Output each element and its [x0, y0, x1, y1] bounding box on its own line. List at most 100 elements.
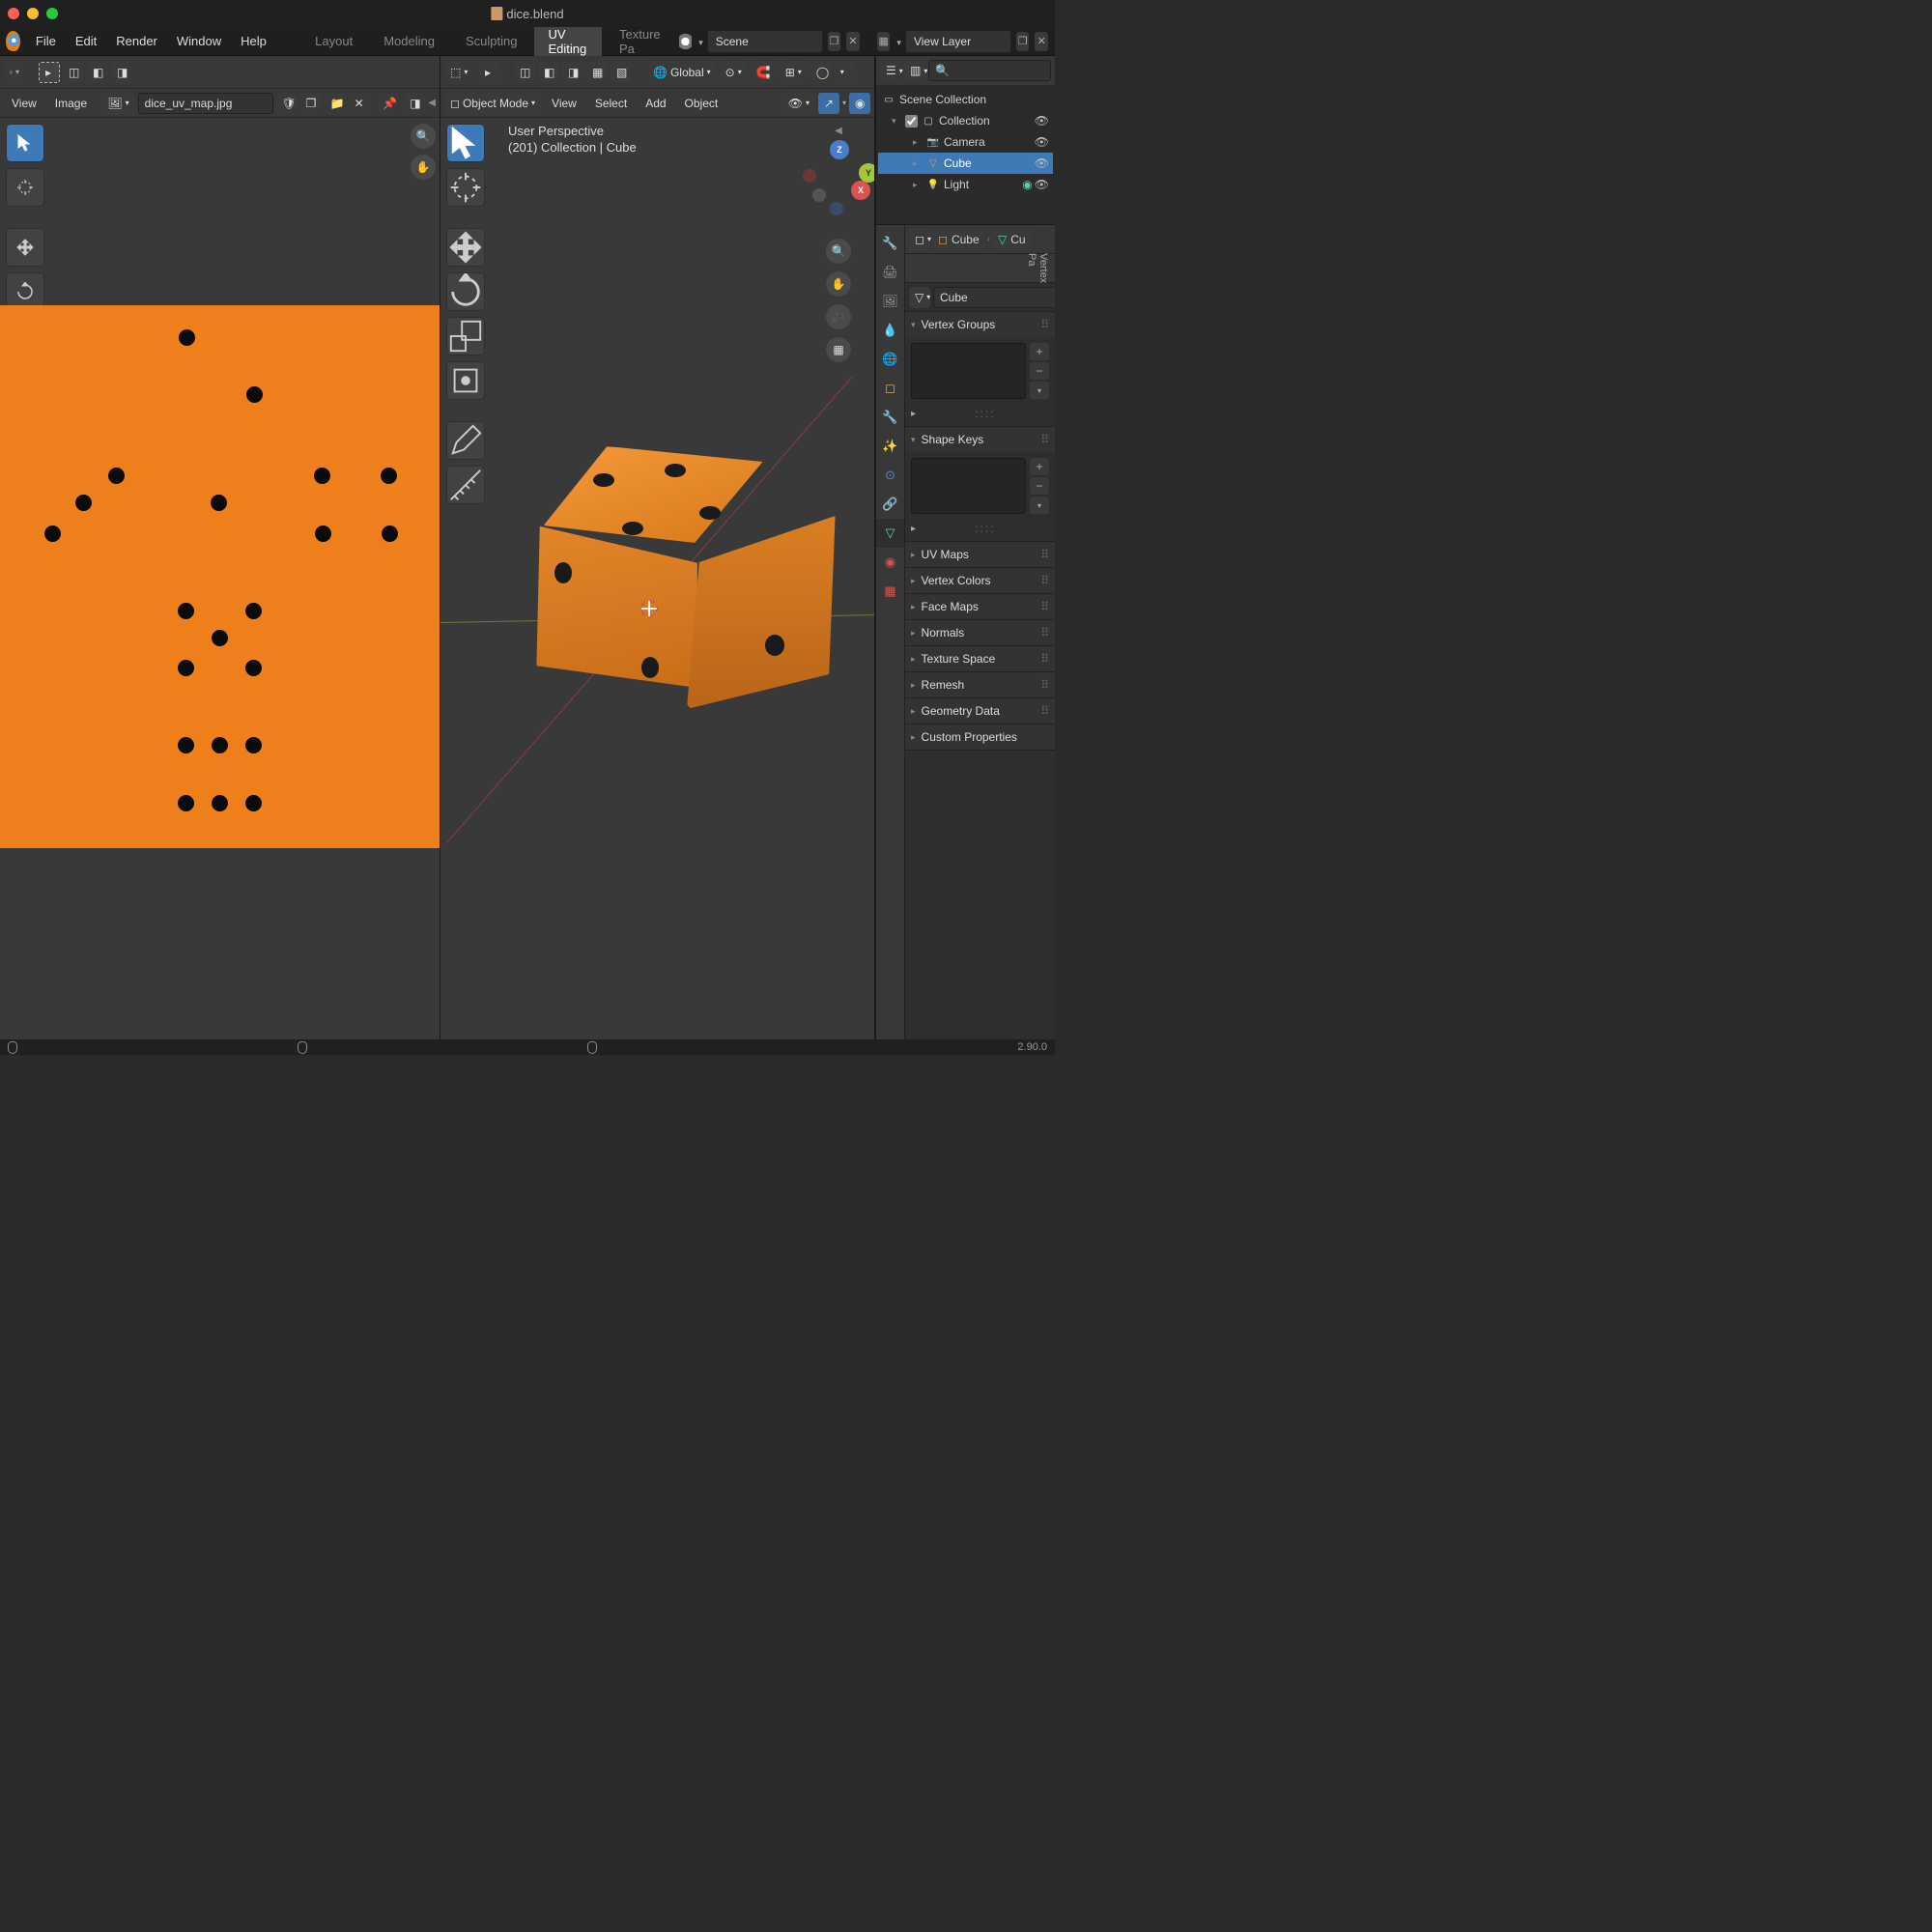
expand-icon[interactable]: [913, 158, 923, 169]
visibility-button[interactable]: 👁▾: [782, 92, 815, 115]
camera-view-icon[interactable]: 🎥: [826, 304, 851, 329]
mode-selector[interactable]: ◻ Object Mode ▾: [444, 92, 541, 115]
vp-tool-select[interactable]: [446, 124, 485, 162]
unlink-image-button[interactable]: ✕: [349, 93, 370, 114]
new-layer-button[interactable]: ❐: [1016, 32, 1030, 51]
play-icon[interactable]: [911, 409, 916, 419]
scene-dropdown-arrow[interactable]: [696, 35, 703, 48]
tab-object[interactable]: ◻: [876, 374, 904, 403]
nav-gizmo[interactable]: Z Y X: [805, 144, 872, 212]
outliner-search[interactable]: 🔍: [928, 60, 1051, 81]
light-row[interactable]: 💡 Light ◉👁: [878, 174, 1053, 195]
panel-header[interactable]: Geometry Data⠿: [905, 698, 1055, 724]
pan-3d-icon[interactable]: ✋: [826, 271, 851, 297]
blender-logo-icon[interactable]: [6, 31, 20, 52]
eye-icon[interactable]: 👁: [1035, 114, 1049, 128]
vp-tool-rotate[interactable]: [446, 272, 485, 311]
zoom-3d-icon[interactable]: 🔍: [826, 239, 851, 264]
tab-particles[interactable]: ✨: [876, 432, 904, 461]
tab-layout[interactable]: Layout: [301, 28, 366, 54]
play-icon[interactable]: [911, 524, 916, 534]
vp-sel-mode-4[interactable]: ▦: [586, 62, 608, 83]
sk-listbox[interactable]: [911, 458, 1026, 514]
gizmo-arrow[interactable]: ▾: [842, 99, 846, 107]
expand-icon[interactable]: [913, 137, 923, 148]
panel-header[interactable]: Vertex Groups⠿: [905, 312, 1055, 337]
vp-tool-scale[interactable]: [446, 317, 485, 355]
pivot-point-button[interactable]: ⊙▾: [720, 61, 748, 84]
expand-icon[interactable]: [913, 180, 923, 190]
maximize-window[interactable]: [46, 8, 58, 19]
vertex-paint-label[interactable]: Vertex Pa: [1024, 251, 1051, 285]
close-window[interactable]: [8, 8, 19, 19]
vp-sel-mode-3[interactable]: ◨: [562, 62, 583, 83]
crumb-object[interactable]: ◻Cube: [932, 230, 985, 249]
snap-menu-button[interactable]: ⊞▾: [780, 61, 808, 84]
outliner-display-button[interactable]: ▥▾: [904, 60, 925, 81]
collection-checkbox[interactable]: [905, 115, 918, 128]
tab-scene[interactable]: 💧: [876, 316, 904, 345]
add-vg-button[interactable]: +: [1030, 343, 1049, 360]
zoom-icon[interactable]: 🔍: [411, 124, 436, 149]
menu-file[interactable]: File: [28, 30, 64, 52]
uv-canvas[interactable]: 🔍 ✋: [0, 118, 440, 1039]
axis-z[interactable]: Z: [830, 140, 849, 159]
vp-sel-mode-2[interactable]: ◧: [538, 62, 559, 83]
axis-x[interactable]: X: [851, 181, 870, 200]
delete-scene-button[interactable]: ✕: [846, 32, 860, 51]
layer-dropdown-arrow[interactable]: [895, 35, 901, 48]
open-image-button[interactable]: 📁: [325, 93, 346, 114]
new-image-button[interactable]: ❐: [300, 93, 322, 114]
remove-sk-button[interactable]: −: [1030, 477, 1049, 495]
uv-image-browse[interactable]: 🖼▾: [101, 92, 134, 115]
uv-image-name-input[interactable]: [138, 93, 273, 114]
editor-type-3d-button[interactable]: ⬚▾: [444, 62, 466, 83]
panel-header[interactable]: Texture Space⠿: [905, 646, 1055, 671]
vg-menu-button[interactable]: ▾: [1030, 382, 1049, 399]
mesh-browse-button[interactable]: ▽▾: [909, 287, 930, 308]
tab-output[interactable]: 🖨: [876, 258, 904, 287]
tab-sculpting[interactable]: Sculpting: [452, 28, 530, 54]
uv-menu-image[interactable]: Image: [47, 93, 95, 114]
vp-canvas[interactable]: User Perspective (201) Collection | Cube…: [440, 118, 874, 1039]
uv-toggle-panel[interactable]: ◨: [404, 93, 425, 114]
tab-modifiers[interactable]: 🔧: [876, 403, 904, 432]
axis-neg-y[interactable]: [812, 188, 826, 202]
vp-sel-mode-1[interactable]: ◫: [514, 62, 535, 83]
vp-menu-object[interactable]: Object: [677, 93, 726, 114]
delete-layer-button[interactable]: ✕: [1035, 32, 1048, 51]
panel-header[interactable]: Normals⠿: [905, 620, 1055, 645]
tab-material[interactable]: ◉: [876, 548, 904, 577]
panel-header[interactable]: Vertex Colors⠿: [905, 568, 1055, 593]
vp-tool-transform[interactable]: [446, 361, 485, 400]
vp-tool-move[interactable]: [446, 228, 485, 267]
add-sk-button[interactable]: +: [1030, 458, 1049, 475]
panel-header[interactable]: UV Maps⠿: [905, 542, 1055, 567]
tab-constraints[interactable]: 🔗: [876, 490, 904, 519]
outliner-type-button[interactable]: ☰▾: [880, 60, 901, 81]
camera-row[interactable]: 📷 Camera 👁: [878, 131, 1053, 153]
uv-select-mode-2[interactable]: ◧: [87, 62, 108, 83]
axis-neg-x[interactable]: [803, 169, 816, 183]
collection-row[interactable]: ▢ Collection 👁: [878, 110, 1053, 131]
crumb-data[interactable]: ▽Cu: [992, 230, 1032, 249]
tool-select-box[interactable]: [6, 124, 44, 162]
uv-select-mode-sync[interactable]: ◫: [63, 62, 84, 83]
eye-icon[interactable]: 👁: [1035, 178, 1049, 191]
tab-modeling[interactable]: Modeling: [370, 28, 448, 54]
menu-render[interactable]: Render: [108, 30, 165, 52]
sk-menu-button[interactable]: ▾: [1030, 497, 1049, 514]
vg-listbox[interactable]: [911, 343, 1026, 399]
uv-menu-view[interactable]: View: [4, 93, 44, 114]
tool-move[interactable]: [6, 228, 44, 267]
mesh-name-input[interactable]: [933, 287, 1055, 308]
vp-menu-select[interactable]: Select: [587, 93, 635, 114]
editor-type-button[interactable]: ▾: [4, 62, 25, 83]
panel-header[interactable]: Face Maps⠿: [905, 594, 1055, 619]
grid-persp-icon[interactable]: ▦: [826, 337, 851, 362]
expand-icon[interactable]: [892, 116, 901, 127]
vp-menu-view[interactable]: View: [544, 93, 584, 114]
panel-header[interactable]: Remesh⠿: [905, 672, 1055, 697]
menu-edit[interactable]: Edit: [68, 30, 104, 52]
tab-mesh-data[interactable]: ▽: [876, 519, 904, 548]
